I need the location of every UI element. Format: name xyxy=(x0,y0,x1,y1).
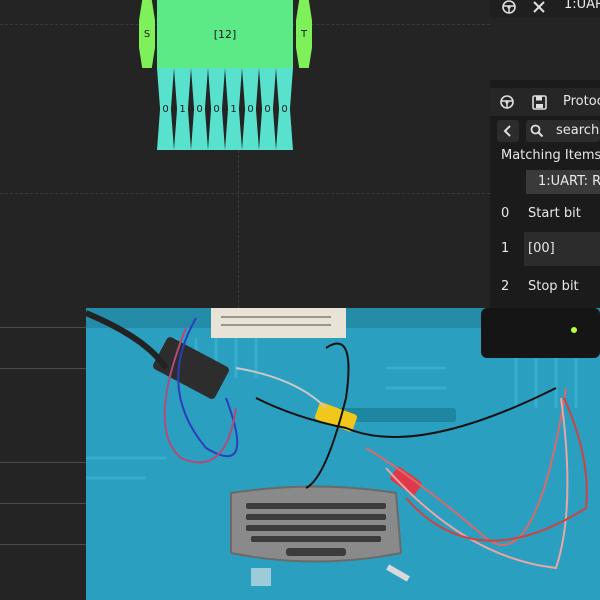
search-icon xyxy=(526,120,548,142)
bit-value: 0 xyxy=(264,103,271,115)
row-index: 2 xyxy=(501,279,510,294)
filter-chip[interactable]: 1:UART: R xyxy=(526,170,600,194)
bit-value: 0 xyxy=(247,103,254,115)
start-bit-marker[interactable]: S xyxy=(139,0,155,68)
data-bit[interactable]: 1 xyxy=(225,68,242,150)
stop-bit-label: T xyxy=(300,28,308,40)
setup-photo xyxy=(86,308,600,600)
trace-baseline xyxy=(0,503,86,504)
grid-line xyxy=(0,193,490,194)
data-bit[interactable]: 0 xyxy=(191,68,208,150)
row-label: Stop bit xyxy=(528,279,579,294)
bit-value: 0 xyxy=(281,103,288,115)
list-item[interactable]: 0 Start bit xyxy=(490,200,600,228)
trace-baseline xyxy=(0,368,86,369)
bit-value: 0 xyxy=(162,103,169,115)
trace-baseline xyxy=(0,544,86,545)
list-item[interactable]: 2 Stop bit xyxy=(490,274,600,302)
close-icon[interactable] xyxy=(528,0,550,18)
data-byte-label: [12] xyxy=(213,27,237,41)
save-icon[interactable] xyxy=(528,91,550,113)
search-field[interactable]: search xyxy=(526,120,600,142)
list-item[interactable]: 1 [00] xyxy=(490,230,600,268)
row-index: 0 xyxy=(501,206,510,221)
bit-value: 0 xyxy=(213,103,220,115)
matching-items-label: Matching Items xyxy=(501,148,600,163)
decoder-title: 1:UAR xyxy=(564,0,600,12)
data-bit[interactable]: 0 xyxy=(242,68,259,150)
data-bit[interactable]: 0 xyxy=(208,68,225,150)
protocol-panel: Protoc search Matching Items 1:UART: R 0… xyxy=(490,80,600,310)
row-label: Start bit xyxy=(528,206,581,221)
data-bit[interactable]: 1 xyxy=(174,68,191,150)
trace-baseline xyxy=(0,462,86,463)
setup-photo-illustration xyxy=(86,308,600,600)
search-input[interactable]: search xyxy=(556,123,599,138)
bit-value: 1 xyxy=(230,103,237,115)
decoder-header: 1:UAR xyxy=(490,0,600,18)
steering-wheel-icon[interactable] xyxy=(496,91,518,113)
bit-value: 1 xyxy=(179,103,186,115)
data-bit[interactable]: 0 xyxy=(259,68,276,150)
stop-bit-marker[interactable]: T xyxy=(296,0,312,68)
row-index: 1 xyxy=(501,241,510,256)
steering-wheel-icon[interactable] xyxy=(498,0,520,18)
data-byte-block[interactable]: [12] xyxy=(157,0,293,68)
data-bit[interactable]: 0 xyxy=(276,68,293,150)
chevron-left-icon[interactable] xyxy=(497,120,519,142)
row-label: [00] xyxy=(528,241,555,256)
protocol-toolbar: Protoc xyxy=(490,88,600,116)
protocol-title: Protoc xyxy=(563,94,600,109)
trace-baseline xyxy=(0,327,86,328)
bit-value: 0 xyxy=(196,103,203,115)
grid-line xyxy=(238,150,239,308)
filter-chip-label: 1:UART: R xyxy=(538,174,600,189)
data-bit[interactable]: 0 xyxy=(157,68,174,150)
start-bit-label: S xyxy=(143,28,151,40)
